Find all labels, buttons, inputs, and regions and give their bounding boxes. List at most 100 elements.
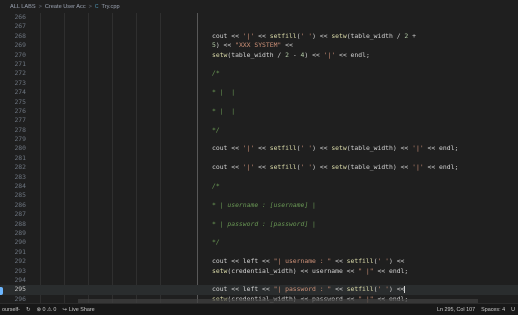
code-token: setfill [346,285,374,294]
code-text: cout << '|' << setfill(' ') << setw(tabl… [212,144,458,153]
sync-status[interactable]: ↻ [26,307,31,313]
code-token: "| username : " [273,257,332,266]
code-line[interactable]: 268 cout << '|' << setfill(' ') << setw(t… [0,32,518,41]
code-token: '|' [412,144,424,153]
line-number: 268 [14,31,26,40]
line-number: 281 [14,153,26,162]
code-line[interactable]: 267 [0,22,518,31]
cursor-position[interactable]: Ln 295, Col 107 [437,307,475,313]
code-line[interactable]: 287 [0,210,518,219]
code-line[interactable]: 286 * | username : [username] | [0,201,518,210]
code-line[interactable]: 274 * | | [0,88,518,97]
code-line[interactable]: 284 /* [0,182,518,191]
code-editor[interactable]: 266 267 268 cout << '|' << setfill(' ') << … [0,13,518,303]
code-token: << [281,41,293,50]
code-line[interactable]: 266 [0,13,518,22]
code-line[interactable]: 281 [0,154,518,163]
code-text: cout << '|' << setfill(' ') << setw(tabl… [212,32,416,41]
code-line[interactable]: 294 [0,276,518,285]
cpp-file-icon: C [94,3,99,10]
line-number: 288 [14,219,26,228]
line-number: 279 [14,135,26,144]
code-token: ' ' [300,144,313,153]
code-token: * | | [212,106,236,115]
code-line[interactable]: 275 [0,98,518,107]
code-text: * | password : [password] | [212,220,316,229]
encoding-setting[interactable]: U [511,307,515,313]
code-line[interactable]: 292 cout << left << "| username : " << se… [0,257,518,266]
code-line[interactable]: 276 * | | [0,107,518,116]
code-token: ) << [215,41,236,50]
code-token: << [331,285,347,294]
code-line[interactable]: 291 [0,248,518,257]
live-share-button[interactable]: ↪ Live Share [62,307,94,313]
live-share-icon: ↪ [62,306,67,313]
indentation-setting[interactable]: Spaces: 4 [481,307,505,313]
code-line[interactable]: 295 cout << left << "| password : " << se… [0,285,518,295]
code-token: << [254,163,270,172]
code-token: ) << [304,50,324,59]
breakpoint-marker[interactable] [0,287,3,295]
code-token: ' ' [377,257,390,266]
code-token: ' ' [300,163,313,172]
breadcrumb-separator: > [88,3,92,10]
breadcrumb: ALL LABS > Create User Acc > C Try.cpp [0,0,518,13]
code-line[interactable]: 282 cout << '|' << setfill(' ') << setw(t… [0,163,518,172]
code-line[interactable]: 277 [0,116,518,125]
breadcrumb-item-all-labs[interactable]: ALL LABS [10,4,36,10]
code-token: */ [212,238,220,247]
breadcrumb-item-file[interactable]: Try.cpp [102,4,120,10]
code-line[interactable]: 271 [0,60,518,69]
code-line[interactable]: 285 [0,191,518,200]
code-line[interactable]: 273 [0,79,518,88]
code-token: ) << [312,163,332,172]
code-token: * | username : [username] | [212,200,316,209]
code-text: */ [212,126,220,135]
code-line[interactable]: 289 [0,229,518,238]
code-token: cout << [212,31,243,40]
line-number: 286 [14,200,26,209]
code-token: */ [212,125,220,134]
code-token: (table_width / [227,50,286,59]
problems-status[interactable]: ⊗ 0 ⚠ 0 [37,307,57,313]
line-number: 280 [14,144,26,153]
code-line[interactable]: 288 * | password : [password] | [0,220,518,229]
code-line[interactable]: 272 /* [0,69,518,78]
code-token: /* [212,69,220,78]
code-line[interactable]: 283 [0,173,518,182]
branch-status[interactable]: ourself- [2,307,20,313]
code-token: '|' [412,163,424,172]
code-line[interactable]: 270 setw(table_width / 2 - 4) << '|' << e… [0,51,518,60]
code-text: * | | [212,88,235,97]
branch-label: ourself- [2,306,20,313]
code-token: setfill [269,31,297,40]
code-line[interactable]: 290 */ [0,238,518,247]
line-number: 276 [14,106,26,115]
code-token: ' ' [377,285,390,294]
code-line[interactable]: 280 cout << '|' << setfill(' ') << setw(t… [0,144,518,153]
code-line[interactable]: 293 setw(credential_width) << username <<… [0,267,518,276]
status-bar: ourself- ↻ ⊗ 0 ⚠ 0 ↪ Live Share Ln 295, … [0,303,518,315]
breadcrumb-item-folder[interactable]: Create User Acc [45,4,86,10]
code-line[interactable]: 278 */ [0,126,518,135]
code-text: setw(credential_width) << username << " … [212,267,408,276]
line-number: 282 [14,163,26,172]
code-token: setw [212,50,228,59]
code-token: << [254,144,270,153]
code-token: '|' [242,31,255,40]
code-token: /* [212,182,220,191]
code-token: '|' [242,163,255,172]
code-token: * | | [212,88,236,97]
line-number: 293 [14,266,26,275]
line-number: 277 [14,116,26,125]
code-token: ) << [389,257,405,266]
code-token: (credential_width) << username << [227,266,359,275]
code-text: setw(table_width / 2 - 4) << '|' << endl… [212,51,370,60]
code-line[interactable]: 269 5) << "XXX SYSTEM" << [0,41,518,50]
code-text: /* [212,69,220,78]
line-number: 270 [14,50,26,59]
code-line[interactable]: 279 [0,135,518,144]
line-number: 272 [14,69,26,78]
code-token: setw [212,266,228,275]
line-number: 278 [14,125,26,134]
